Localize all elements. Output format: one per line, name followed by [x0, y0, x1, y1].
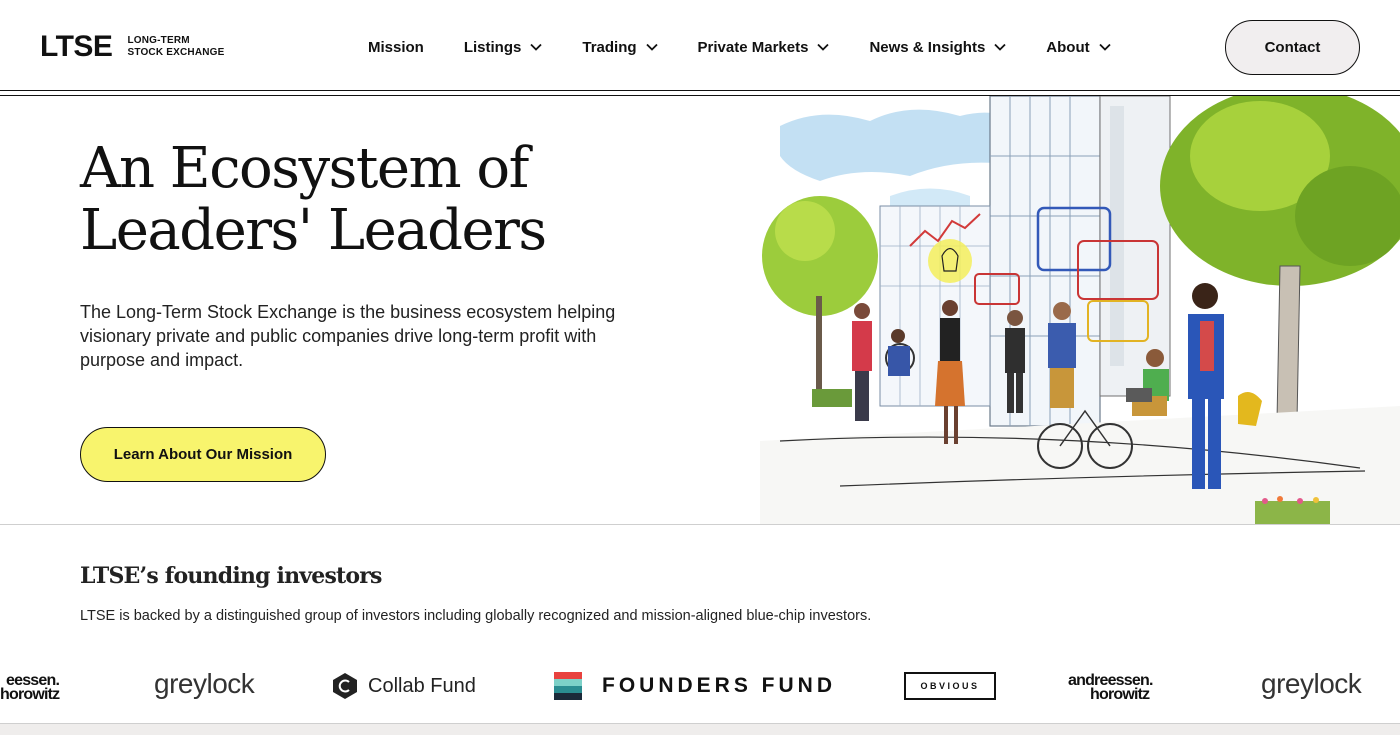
hero-title-line1: An Ecosystem of: [80, 136, 529, 201]
hero-title: An Ecosystem of Leaders' Leaders: [80, 138, 640, 262]
next-section-edge: [0, 723, 1400, 735]
hero-title-line2: Leaders' Leaders: [80, 198, 547, 263]
nav-news-insights-label: News & Insights: [869, 38, 986, 56]
main-nav: Mission Listings Trading Private Markets…: [368, 36, 1151, 58]
collab-fund-label: Collab Fund: [368, 674, 476, 697]
andreessen-horowitz-logo[interactable]: andreessen. horowitz: [1068, 673, 1153, 703]
founders-fund-flag-icon: [554, 672, 582, 700]
contact-button[interactable]: Contact: [1225, 20, 1360, 75]
obvious-label: OBVIOUS: [904, 672, 996, 700]
hero-illustration: [760, 96, 1400, 524]
greylock-logo[interactable]: greylock: [154, 668, 255, 700]
nav-mission[interactable]: Mission: [368, 39, 424, 56]
investor-logo-carousel: eessen. horowitz greylock Collab Fund FO…: [0, 660, 1400, 712]
nav-listings[interactable]: Listings: [464, 39, 543, 56]
ltse-logo[interactable]: LTSE LONG-TERM STOCK EXCHANGE: [40, 30, 225, 64]
nav-mission-label: Mission: [368, 38, 424, 56]
site-header: LTSE LONG-TERM STOCK EXCHANGE Mission Li…: [0, 0, 1400, 91]
chevron-down-icon: [1098, 43, 1111, 51]
chevron-down-icon: [817, 43, 830, 51]
section-divider: [0, 524, 1400, 525]
a16z-partial-line2: horowitz: [0, 686, 60, 703]
founders-fund-label: FOUNDERS FUND: [602, 674, 836, 697]
collab-hexagon-icon: [333, 673, 357, 699]
hero-description: The Long-Term Stock Exchange is the busi…: [80, 302, 616, 370]
chevron-down-icon: [994, 43, 1006, 51]
investors-title: LTSE’s founding investors: [80, 563, 382, 589]
logo-subtitle: LONG-TERM STOCK EXCHANGE: [127, 35, 224, 59]
obvious-logo[interactable]: OBVIOUS: [904, 672, 996, 700]
investors-description: LTSE is backed by a distinguished group …: [80, 608, 872, 624]
nav-news-insights[interactable]: News & Insights: [869, 39, 1006, 56]
chevron-down-icon: [645, 43, 658, 51]
nav-about-label: About: [1046, 38, 1090, 56]
nav-private-markets-label: Private Markets: [697, 38, 809, 56]
nav-private-markets[interactable]: Private Markets: [698, 39, 830, 56]
logo-mark: LTSE: [40, 30, 113, 63]
logo-sub-line2: STOCK EXCHANGE: [127, 47, 225, 58]
founders-fund-logo[interactable]: FOUNDERS FUND: [554, 672, 836, 700]
nav-trading[interactable]: Trading: [582, 38, 658, 56]
nav-trading-label: Trading: [582, 38, 637, 56]
chevron-down-icon: [530, 43, 542, 51]
collab-fund-logo[interactable]: Collab Fund: [332, 672, 476, 700]
andreessen-horowitz-logo-partial[interactable]: eessen. horowitz: [0, 674, 90, 702]
nav-listings-label: Listings: [463, 38, 522, 56]
a16z-line2: horowitz: [1090, 686, 1150, 703]
learn-mission-button[interactable]: Learn About Our Mission: [80, 427, 326, 482]
logo-sub-line1: LONG-TERM: [127, 35, 190, 46]
greylock-logo-2[interactable]: greylock: [1261, 668, 1362, 700]
header-divider: [0, 90, 1400, 91]
nav-about[interactable]: About: [1046, 38, 1111, 56]
